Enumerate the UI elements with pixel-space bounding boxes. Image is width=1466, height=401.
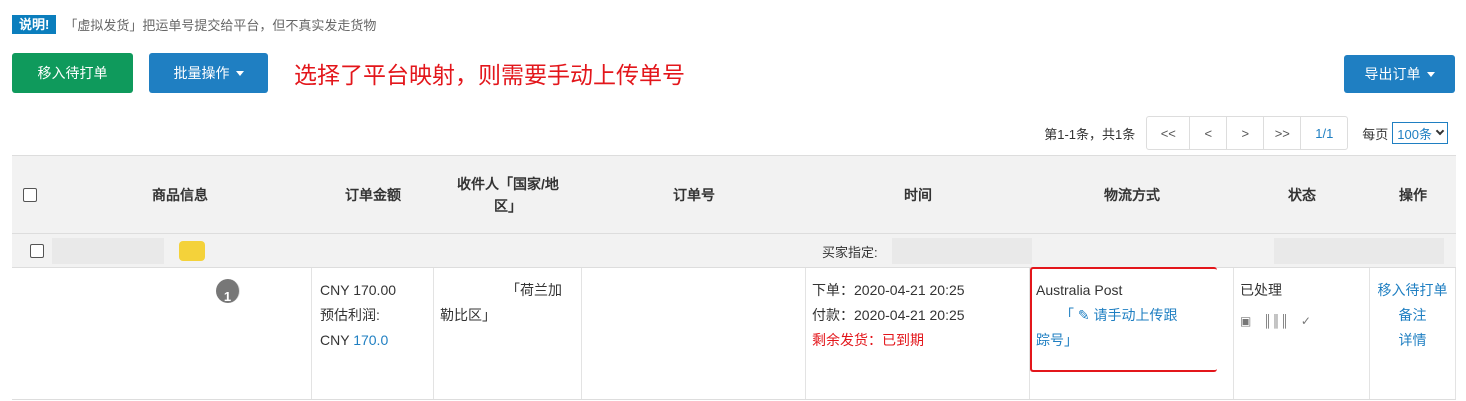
receiver-country-line2: 勒比区」: [440, 307, 496, 323]
header-receiver: 收件人「国家/地 区」: [457, 175, 559, 214]
per-page-value: 100条: [1397, 126, 1432, 142]
redacted-block: [1274, 238, 1444, 264]
per-page-select[interactable]: 100条: [1392, 122, 1448, 144]
export-orders-button[interactable]: 导出订单: [1344, 55, 1455, 93]
action-move-to-print[interactable]: 移入待打单: [1370, 278, 1455, 303]
time-cell: 下单：2020-04-21 20:25 付款：2020-04-21 20:25 …: [806, 268, 1030, 399]
pagination-summary: 第1-1条，共1条: [1044, 126, 1136, 142]
action-detail[interactable]: 详情: [1370, 328, 1455, 353]
order-group-row: 买家指定:: [12, 234, 1456, 268]
buyer-specified-label: 买家指定:: [822, 245, 878, 260]
notice-text: 「虚拟发货」把运单号提交给平台，但不真实发走货物: [64, 17, 377, 33]
redacted-block: [892, 238, 1032, 264]
caret-down-icon: [235, 70, 244, 76]
next-page-button[interactable]: >: [1226, 116, 1265, 150]
per-page-label: 每页: [1362, 126, 1389, 142]
product-cell: [48, 268, 312, 399]
check-icon[interactable]: ✓: [1301, 309, 1311, 334]
table-header: 商品信息 订单金额 收件人「国家/地 区」 订单号 时间 物流方式 状态 操作: [12, 156, 1456, 234]
upload-hint: 选择了平台映射，则需要手动上传单号: [294, 63, 685, 89]
receiver-cell: 「荷兰加 勒比区」: [434, 268, 582, 399]
row-checkbox[interactable]: [30, 243, 44, 258]
profit-label: 预估利润:: [320, 307, 380, 323]
order-amount: CNY 170.00: [320, 282, 397, 298]
highlight-box: [1030, 267, 1217, 372]
orders-table: 商品信息 订单金额 收件人「国家/地 区」 订单号 时间 物流方式 状态 操作 买…: [12, 155, 1456, 400]
copy-icon[interactable]: ▣: [1240, 309, 1251, 334]
header-logistics: 物流方式: [1104, 186, 1160, 203]
move-to-print-button[interactable]: 移入待打单: [12, 53, 133, 93]
notice-bar: 说明! 「虚拟发货」把运单号提交给平台，但不真实发走货物: [12, 14, 376, 34]
status-cell: 已处理 ▣ ║║║ ✓: [1234, 268, 1370, 399]
move-to-print-label: 移入待打单: [37, 65, 108, 81]
batch-ops-label: 批量操作: [173, 65, 230, 81]
table-row: 1 CNY 170.00 预估利润: CNY 170.0 「荷兰加 勒比区」 下…: [12, 267, 1456, 400]
header-product: 商品信息: [152, 186, 208, 203]
pagination: 第1-1条，共1条 << < > >> 1/1 每页 100条: [1044, 116, 1448, 150]
caret-down-icon: [1426, 71, 1435, 77]
amount-cell: CNY 170.00 预估利润: CNY 170.0: [312, 268, 434, 399]
quantity-badge: 1: [216, 279, 240, 304]
redacted-block: [52, 238, 164, 264]
select-all-checkbox[interactable]: [23, 187, 37, 202]
action-note[interactable]: 备注: [1370, 303, 1455, 328]
ship-remaining: 剩余发货：已到期: [812, 332, 924, 348]
order-time: 下单：2020-04-21 20:25: [812, 282, 965, 298]
receiver-country-line1: 「荷兰加: [506, 282, 562, 298]
notice-tag: 说明!: [12, 14, 57, 34]
profit-value: CNY 170.0: [320, 332, 389, 348]
pay-time: 付款：2020-04-21 20:25: [812, 307, 965, 323]
export-orders-label: 导出订单: [1364, 66, 1421, 82]
status-text: 已处理: [1240, 282, 1282, 298]
header-order-no: 订单号: [673, 186, 715, 203]
barcode-icon[interactable]: ║║║: [1263, 309, 1289, 334]
last-page-button[interactable]: >>: [1263, 116, 1302, 150]
actions-cell: 移入待打单 备注 详情: [1370, 268, 1456, 399]
order-no-cell: [582, 268, 806, 399]
shop-tag: [179, 241, 205, 261]
header-status: 状态: [1288, 186, 1316, 203]
batch-ops-button[interactable]: 批量操作: [149, 53, 268, 93]
header-actions: 操作: [1399, 186, 1427, 203]
chevron-down-icon: [1435, 126, 1445, 136]
page-indicator: 1/1: [1300, 116, 1349, 150]
header-amount: 订单金额: [345, 186, 401, 203]
first-page-button[interactable]: <<: [1146, 116, 1191, 150]
prev-page-button[interactable]: <: [1189, 116, 1228, 150]
header-time: 时间: [904, 186, 932, 203]
